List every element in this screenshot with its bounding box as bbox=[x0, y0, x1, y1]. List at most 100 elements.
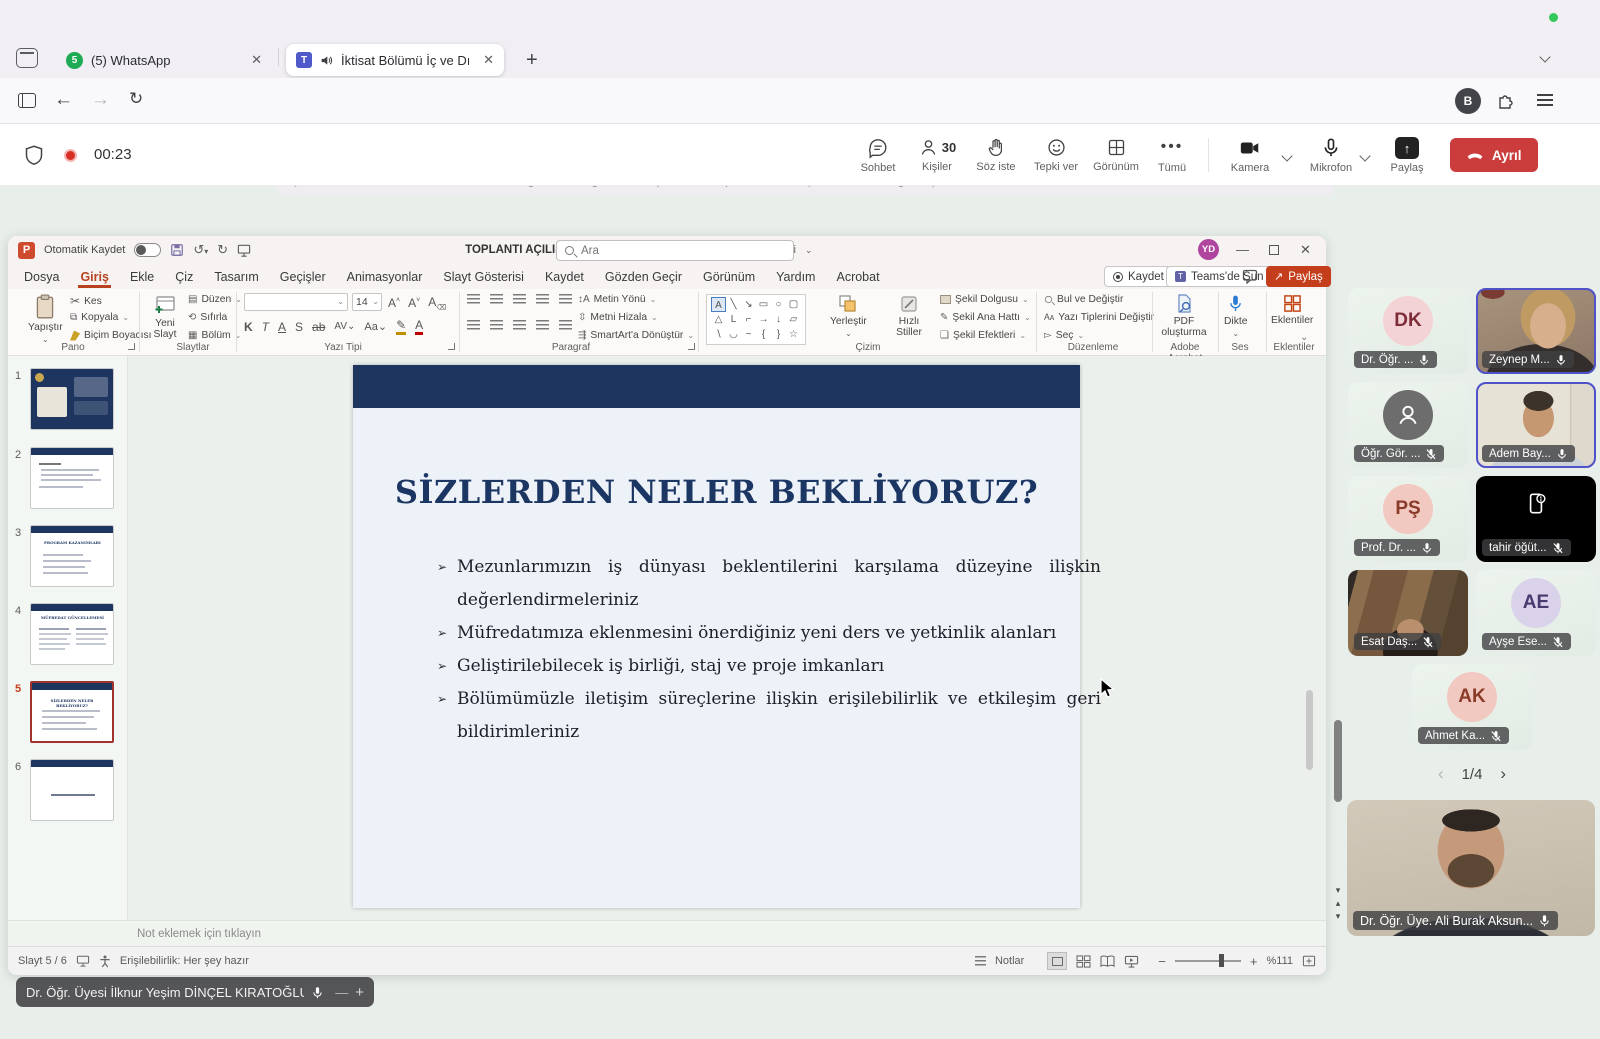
columns-icon[interactable] bbox=[559, 320, 572, 330]
list-buttons[interactable] bbox=[467, 294, 572, 304]
ribbon-collapse-chevron[interactable]: ⌄ bbox=[1300, 332, 1308, 343]
text-direction-button[interactable]: ↕AMetin Yönü⌄ bbox=[578, 294, 656, 305]
close-button[interactable]: ✕ bbox=[1300, 242, 1311, 258]
paragraph-dialog-launcher[interactable] bbox=[688, 343, 695, 350]
font-dialog-launcher[interactable] bbox=[448, 343, 455, 350]
shape-fill-button[interactable]: Şekil Dolgusu⌄ bbox=[940, 294, 1029, 305]
extensions-puzzle-icon[interactable] bbox=[1497, 91, 1515, 109]
rect-shape[interactable]: ▭ bbox=[756, 297, 771, 312]
mic-button[interactable]: Mikrofon bbox=[1305, 137, 1357, 174]
bullet-item[interactable]: ➢Bölümümüzle iletişim süreçlerine ilişki… bbox=[437, 683, 1101, 749]
line-shape[interactable]: ╲ bbox=[726, 297, 741, 312]
fit-slide-icon[interactable] bbox=[1302, 955, 1316, 967]
slide-canvas[interactable]: SİZLERDEN NELER BEKLİYORUZ? ➢Mezunlarımı… bbox=[353, 365, 1080, 908]
firefox-view-icon[interactable] bbox=[16, 48, 38, 68]
reading-view-button[interactable] bbox=[1100, 955, 1115, 968]
cut-button[interactable]: ✂Kes bbox=[70, 294, 102, 308]
replace-fonts-button[interactable]: 🗛Yazı Tiplerini Değiştir bbox=[1044, 312, 1154, 323]
bold-button[interactable]: K bbox=[244, 320, 253, 334]
increase-indent-icon[interactable] bbox=[536, 294, 549, 304]
zoom-out-button[interactable]: − bbox=[1158, 954, 1166, 969]
menu-animasyonlar[interactable]: Animasyonlar bbox=[345, 266, 425, 288]
shape-outline-button[interactable]: ✎Şekil Ana Hattı⌄ bbox=[940, 312, 1031, 323]
restore-button[interactable] bbox=[1269, 245, 1279, 255]
slide-thumbnail-3[interactable]: PROGRAM KAZANIMLARI bbox=[30, 525, 114, 587]
tab-audio-icon[interactable] bbox=[320, 54, 333, 67]
slide-thumbnail-6[interactable] bbox=[30, 759, 114, 821]
slide-title[interactable]: SİZLERDEN NELER BEKLİYORUZ? bbox=[353, 473, 1080, 511]
comments-icon[interactable] bbox=[1242, 269, 1258, 284]
participant-tile-ps[interactable]: PŞ Prof. Dr. ... bbox=[1348, 476, 1468, 562]
font-style-buttons[interactable]: K T A S ab A︎V⌄ Aa⌄ ✎ A bbox=[244, 318, 423, 335]
menu-yardim[interactable]: Yardım bbox=[774, 266, 817, 288]
more-button[interactable]: ••• Tümü bbox=[1148, 137, 1196, 174]
menu-slayt-gosterisi[interactable]: Slayt Gösterisi bbox=[441, 266, 526, 288]
change-case-button[interactable]: Aa⌄ bbox=[364, 320, 387, 333]
raise-hand-button[interactable]: Söz iste bbox=[970, 137, 1022, 173]
mic-options-chevron[interactable] bbox=[1359, 150, 1370, 161]
align-center-icon[interactable] bbox=[490, 320, 503, 330]
ppt-share-button[interactable]: ↗ Paylaş bbox=[1266, 266, 1331, 287]
elbow-shape[interactable]: L bbox=[726, 312, 741, 327]
smartart-button[interactable]: ⇶SmartArt'a Dönüştür⌄ bbox=[578, 330, 694, 341]
presenter-name-bar[interactable]: Dr. Öğr. Üyesi İlknur Yeşim DİNÇEL KIRAT… bbox=[16, 977, 374, 1007]
menu-dosya[interactable]: Dosya bbox=[22, 266, 61, 288]
char-spacing-button[interactable]: A︎V⌄ bbox=[334, 321, 355, 332]
underline-button[interactable]: A bbox=[278, 320, 286, 334]
slide-thumbnail-2[interactable] bbox=[30, 447, 114, 509]
view-button[interactable]: Görünüm bbox=[1088, 137, 1144, 173]
minimize-button[interactable]: — bbox=[1236, 242, 1249, 257]
slide-sorter-view-button[interactable] bbox=[1076, 955, 1091, 968]
participant-tile-tahir[interactable]: tahir öğüt... bbox=[1476, 476, 1596, 562]
new-tab-button[interactable]: + bbox=[526, 49, 538, 72]
close-tab-icon[interactable]: ✕ bbox=[251, 52, 262, 68]
dictate-button[interactable]: Dikte⌄ bbox=[1224, 294, 1247, 338]
menu-tasarim[interactable]: Tasarım bbox=[212, 266, 260, 288]
participant-tile-adem[interactable]: Adem Bay... bbox=[1476, 382, 1596, 468]
menu-gecisler[interactable]: Geçişler bbox=[278, 266, 328, 288]
zoom-in-button[interactable]: + bbox=[1250, 954, 1258, 969]
accessibility-status[interactable]: Erişilebilirlik: Her şey hazır bbox=[120, 955, 249, 967]
pdf-button[interactable]: PDF oluşturma bbox=[1160, 294, 1208, 339]
participant-tile-dk[interactable]: DK Dr. Öğr. ... bbox=[1348, 288, 1468, 374]
font-size-select[interactable]: 14⌄ bbox=[352, 293, 382, 311]
font-grow-shrink[interactable]: A˄A˅A⌫ bbox=[388, 295, 446, 311]
layout-button[interactable]: ▤Düzen⌄ bbox=[188, 294, 242, 305]
participant-tile-ogr-gor[interactable]: Öğr. Gör. ... bbox=[1348, 382, 1468, 468]
menu-gozden-gecir[interactable]: Gözden Geçir bbox=[603, 266, 684, 288]
camera-options-chevron[interactable] bbox=[1281, 150, 1292, 161]
accessibility-icon[interactable] bbox=[99, 955, 111, 968]
close-tab-icon[interactable]: ✕ bbox=[483, 52, 494, 68]
menu-kaydet[interactable]: Kaydet bbox=[543, 266, 586, 288]
present-icon[interactable] bbox=[237, 244, 251, 257]
line-spacing-icon[interactable] bbox=[559, 294, 572, 304]
arrange-button[interactable]: Yerleştir⌄ bbox=[830, 294, 867, 338]
font-color-button[interactable]: A bbox=[415, 318, 423, 335]
zoom-slider-knob[interactable] bbox=[1219, 954, 1224, 967]
record-button[interactable]: Kaydet bbox=[1104, 266, 1173, 287]
menu-giris[interactable]: Giriş bbox=[78, 266, 111, 288]
forward-button[interactable]: → bbox=[91, 89, 110, 111]
profile-avatar[interactable]: B bbox=[1455, 88, 1481, 114]
tab-list-chevron-icon[interactable] bbox=[1539, 51, 1550, 62]
reset-button[interactable]: ⟲Sıfırla bbox=[188, 312, 227, 323]
undo-icon[interactable]: ↺▾ bbox=[193, 242, 208, 258]
shadow-button[interactable]: S bbox=[295, 320, 303, 334]
align-buttons[interactable] bbox=[467, 320, 572, 330]
tab-teams-meeting[interactable]: T İktisat Bölümü İç ve Dış Pay ✕ bbox=[286, 44, 504, 76]
spotlight-tile-ali-burak[interactable]: Dr. Öğr. Üye. Ali Burak Aksun... bbox=[1347, 800, 1595, 936]
share-button[interactable]: ↑ Paylaş bbox=[1383, 137, 1431, 174]
zoom-slider[interactable] bbox=[1175, 960, 1241, 962]
brace-left-shape[interactable]: { bbox=[756, 327, 771, 342]
account-avatar[interactable]: YD bbox=[1198, 239, 1219, 260]
title-chevron-icon[interactable]: ⌄ bbox=[805, 245, 813, 256]
addins-button[interactable]: Eklentiler bbox=[1271, 294, 1313, 326]
menu-hamburger-icon[interactable] bbox=[1537, 94, 1553, 106]
oval-shape[interactable]: ○ bbox=[771, 297, 786, 312]
elbow2-shape[interactable]: ⌐ bbox=[741, 312, 756, 327]
save-icon[interactable] bbox=[170, 243, 184, 257]
ppt-search-box[interactable]: Ara bbox=[556, 240, 794, 261]
participant-tile-zeynep[interactable]: Zeynep M... bbox=[1476, 288, 1596, 374]
align-text-button[interactable]: ⇳Metni Hizala⌄ bbox=[578, 312, 658, 323]
normal-view-button[interactable] bbox=[1047, 952, 1067, 970]
